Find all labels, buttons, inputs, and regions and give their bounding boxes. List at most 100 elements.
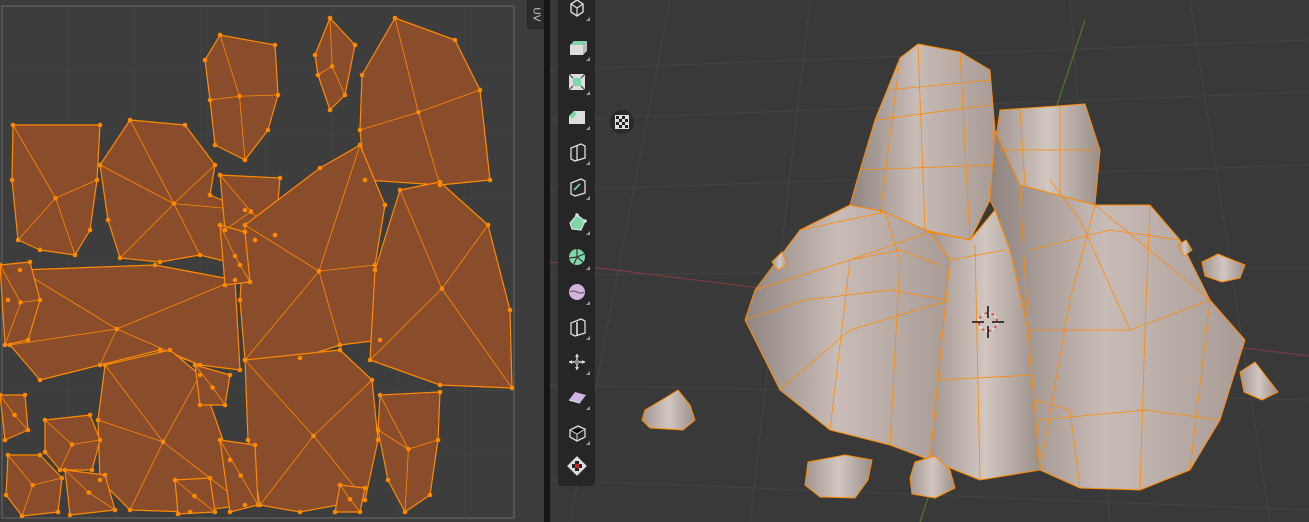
uv-vertex[interactable]	[57, 467, 63, 473]
uv-vertex[interactable]	[42, 417, 48, 423]
uv-vertex[interactable]	[329, 64, 335, 69]
uv-vertex[interactable]	[212, 142, 218, 148]
uv-vertex[interactable]	[337, 347, 343, 353]
uv-canvas[interactable]	[0, 0, 526, 522]
uv-vertex[interactable]	[212, 509, 218, 515]
uv-vertex[interactable]	[7, 342, 13, 348]
uv-vertex[interactable]	[207, 97, 213, 103]
uv-vertex[interactable]	[362, 497, 368, 503]
uv-vertex[interactable]	[222, 402, 228, 408]
uv-vertex[interactable]	[217, 222, 223, 228]
uv-vertex[interactable]	[197, 252, 203, 258]
uv-vertex[interactable]	[10, 122, 16, 128]
uv-vertex[interactable]	[227, 457, 233, 463]
uv-vertex[interactable]	[272, 232, 278, 238]
uv-vertex[interactable]	[452, 37, 458, 43]
uv-vertex[interactable]	[127, 507, 133, 513]
uv-vertex[interactable]	[22, 392, 28, 398]
uv-vertex[interactable]	[5, 297, 11, 303]
uv-vertex[interactable]	[509, 385, 515, 391]
uv-vertex[interactable]	[37, 452, 43, 458]
uv-vertex[interactable]	[197, 362, 203, 368]
uv-vertex[interactable]	[311, 433, 316, 439]
uv-vertex[interactable]	[187, 509, 193, 515]
uv-vertex[interactable]	[315, 72, 321, 78]
uv-vertex[interactable]	[439, 286, 445, 292]
uv-vertex[interactable]	[102, 362, 108, 368]
uv-vertex[interactable]	[42, 449, 48, 455]
uv-vertex[interactable]	[212, 162, 218, 168]
uv-vertex[interactable]	[182, 122, 188, 128]
uv-vertex[interactable]	[357, 127, 363, 133]
uv-vertex[interactable]	[252, 442, 258, 448]
uv-vertex[interactable]	[242, 357, 248, 363]
uv-vertex[interactable]	[362, 177, 368, 183]
uv-vertex[interactable]	[30, 482, 35, 488]
uv-vertex[interactable]	[238, 473, 244, 478]
uv-vertex[interactable]	[72, 252, 78, 258]
uv-vertex[interactable]	[97, 122, 103, 128]
uv-vertex[interactable]	[89, 467, 95, 473]
uv-vertex[interactable]	[167, 347, 173, 353]
uv-vertex[interactable]	[59, 475, 65, 481]
uv-vertex[interactable]	[337, 342, 343, 348]
uv-vertex[interactable]	[375, 427, 381, 433]
uv-vertex[interactable]	[197, 402, 203, 408]
uv-vertex[interactable]	[9, 177, 15, 183]
uv-vertex[interactable]	[248, 209, 254, 214]
poly-build-tool-button[interactable]	[561, 206, 592, 237]
edge-slide-tool-button[interactable]	[561, 311, 592, 342]
uv-vertex[interactable]	[37, 297, 43, 303]
uv-vertex[interactable]	[97, 162, 103, 168]
uv-vertex[interactable]	[275, 92, 281, 98]
uv-vertex[interactable]	[416, 109, 421, 115]
uv-vertex[interactable]	[62, 467, 68, 473]
uv-vertex[interactable]	[272, 42, 278, 48]
uv-vertex[interactable]	[242, 157, 248, 163]
uv-vertex[interactable]	[342, 92, 348, 98]
uv-vertex[interactable]	[242, 222, 248, 228]
uv-vertex[interactable]	[3, 492, 9, 498]
uv-vertex[interactable]	[265, 127, 271, 133]
uv-vertex[interactable]	[17, 267, 23, 273]
uv-vertex[interactable]	[427, 492, 433, 498]
uv-vertex[interactable]	[317, 165, 323, 171]
uv-vertex[interactable]	[157, 259, 163, 265]
uv-vertex[interactable]	[377, 392, 383, 398]
rock-mesh[interactable]	[641, 43, 1279, 499]
uv-vertex[interactable]	[217, 437, 223, 443]
shear-tool-button[interactable]	[561, 381, 592, 412]
uv-vertex[interactable]	[37, 377, 43, 383]
uv-vertex[interactable]	[217, 32, 223, 38]
checker-grid-icon[interactable]	[610, 110, 634, 134]
uv-vertex[interactable]	[175, 511, 181, 517]
uv-vertex[interactable]	[487, 177, 493, 183]
uv-vertex[interactable]	[372, 262, 378, 268]
uv-vertex[interactable]	[117, 255, 123, 261]
uv-vertex[interactable]	[397, 187, 403, 193]
uv-vertex[interactable]	[327, 107, 333, 113]
uv-vertex[interactable]	[392, 15, 398, 21]
uv-vertex[interactable]	[332, 509, 338, 515]
uv-vertex[interactable]	[5, 452, 11, 458]
uv-vertex[interactable]	[87, 227, 93, 233]
uv-vertex[interactable]	[242, 229, 248, 235]
uv-vertex[interactable]	[217, 172, 223, 178]
loop-cut-tool-button[interactable]	[561, 136, 592, 167]
uv-vertex[interactable]	[437, 179, 443, 185]
uv-vertex[interactable]	[367, 357, 373, 363]
uv-vertex[interactable]	[327, 15, 333, 21]
uv-vertex[interactable]	[95, 417, 101, 423]
uv-vertex[interactable]	[55, 509, 61, 515]
uv-vertex[interactable]	[86, 490, 92, 495]
uv-vertex[interactable]	[2, 437, 8, 443]
uv-vertex[interactable]	[112, 507, 118, 513]
uv-vertex[interactable]	[406, 446, 411, 452]
uv-vertex[interactable]	[337, 482, 343, 488]
uv-vertex[interactable]	[382, 202, 388, 208]
uv-vertex[interactable]	[375, 437, 381, 443]
uv-vertex[interactable]	[114, 326, 120, 332]
uv-vertex[interactable]	[252, 237, 258, 243]
uv-vertex[interactable]	[237, 367, 243, 373]
uv-vertex[interactable]	[97, 362, 103, 368]
